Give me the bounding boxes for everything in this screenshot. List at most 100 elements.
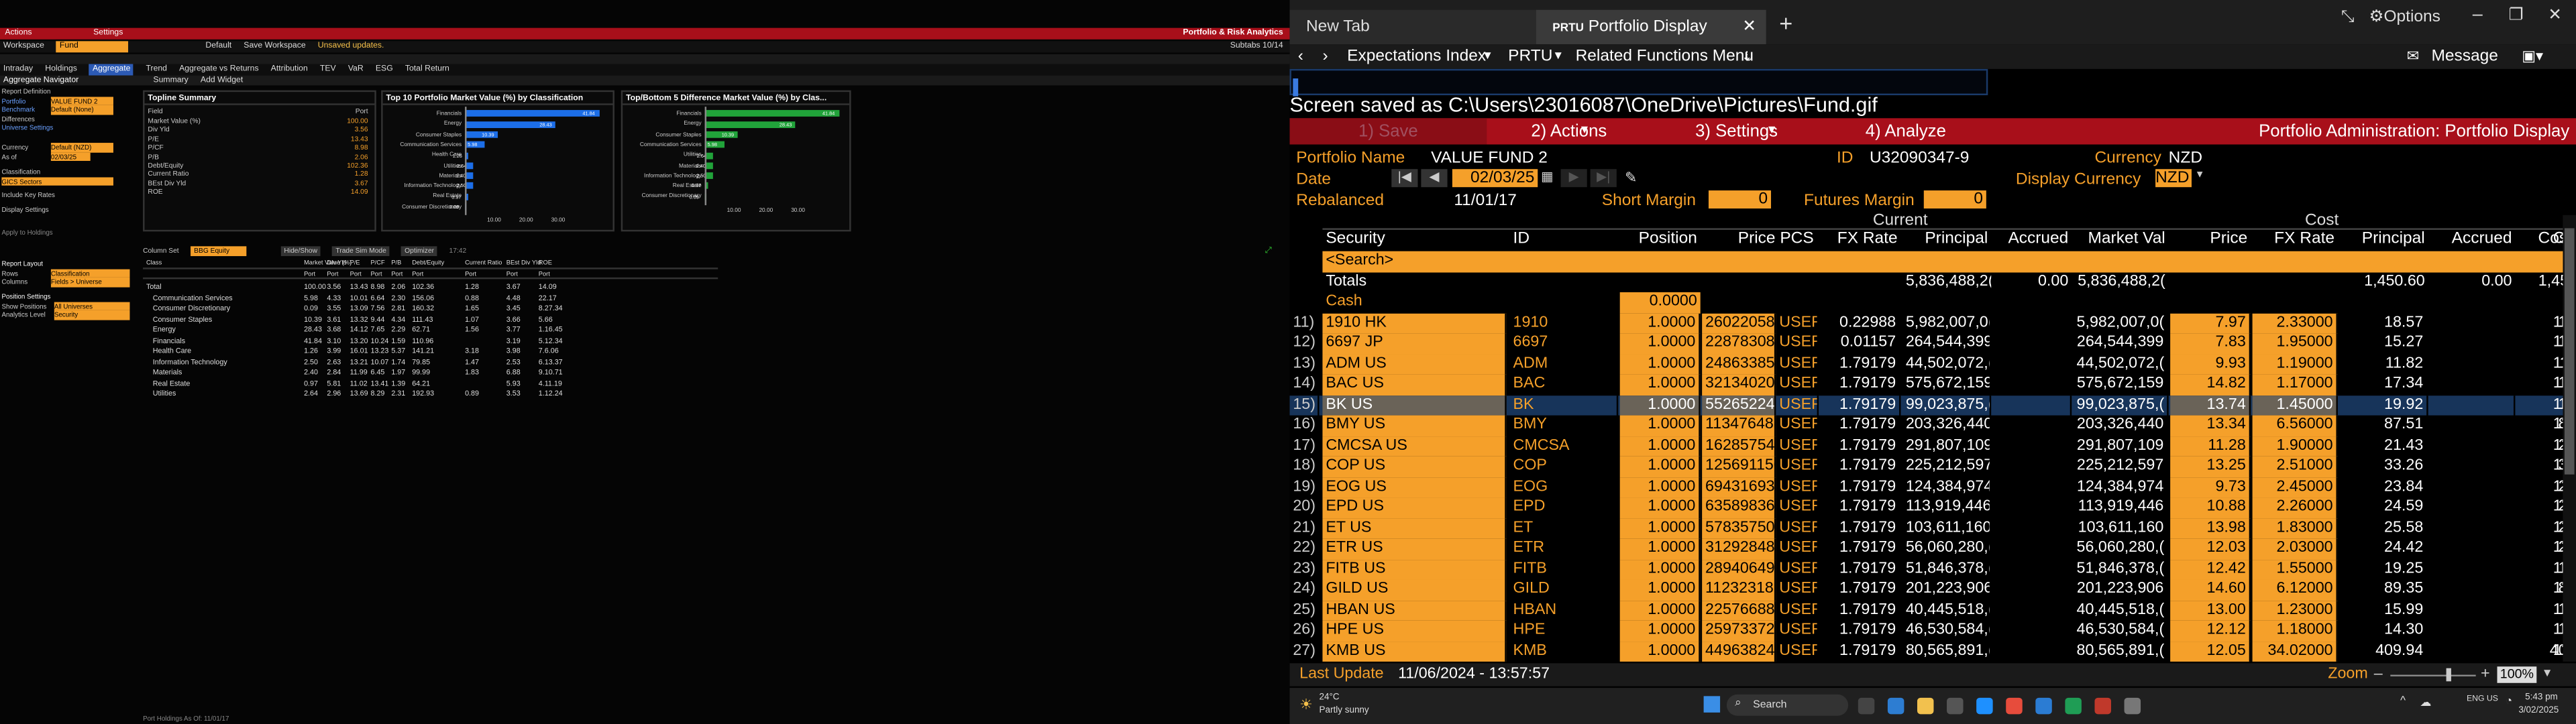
cell-pricePcs[interactable]: 552652246 xyxy=(1702,394,1776,416)
cell-security[interactable]: BAC US xyxy=(1322,374,1507,395)
clock-date[interactable]: 3/02/2025 xyxy=(2518,706,2559,716)
column-header-price[interactable]: Price xyxy=(2170,230,2251,248)
cell-cfx[interactable]: 2.03000 xyxy=(2252,538,2338,559)
cell-price[interactable]: 9.73 xyxy=(2170,477,2251,498)
cell-pricePcs[interactable]: 125691150 xyxy=(1702,456,1776,477)
cell-cfx[interactable]: 34.02000 xyxy=(2252,641,2338,662)
last-date-icon[interactable]: ▶| xyxy=(1590,169,1617,188)
chevron-down-icon[interactable]: ▼ xyxy=(2542,663,2553,686)
column-header-pos[interactable]: Position xyxy=(1620,230,1701,248)
cell-security[interactable]: KMB US xyxy=(1322,641,1507,662)
outlook-icon[interactable] xyxy=(2035,697,2052,715)
summary-button[interactable]: Summary xyxy=(153,76,188,86)
tab-intraday[interactable]: Intraday xyxy=(3,64,33,76)
back-icon[interactable]: ‹ xyxy=(1298,44,1303,69)
cell-pos[interactable]: 1.0000 xyxy=(1619,497,1701,518)
cell-security[interactable]: ETR US xyxy=(1322,538,1507,559)
workspace-field[interactable]: Fund xyxy=(56,41,128,53)
zoom-slider[interactable] xyxy=(2390,674,2476,676)
cell-pos[interactable]: 1.0000 xyxy=(1619,518,1701,539)
cell-security[interactable]: GILD US xyxy=(1322,579,1507,601)
menu-prtu[interactable]: PRTU xyxy=(1508,44,1552,69)
zoom-out-icon[interactable]: – xyxy=(2374,663,2383,686)
column-header-cprinc[interactable]: Principal xyxy=(2339,230,2428,248)
column-header-pricePcs[interactable]: Price PCS xyxy=(1702,230,1817,248)
columns-field[interactable]: Fields > Universe xyxy=(50,278,130,288)
edit-pencil-icon[interactable]: ✎ xyxy=(1625,169,1637,187)
wifi-icon[interactable]: ◔ xyxy=(2506,696,2512,707)
chart-bar[interactable] xyxy=(465,110,599,117)
cell-pricePcs[interactable]: 321340205 xyxy=(1702,374,1776,395)
tray-chevron-icon[interactable]: ^ xyxy=(2400,696,2406,707)
cell-cfx[interactable]: 2.33000 xyxy=(2252,312,2338,334)
cell-price[interactable]: 12.03 xyxy=(2170,538,2251,559)
cell-pricePcs[interactable]: 449638242 xyxy=(1702,641,1776,662)
cell-price[interactable]: 7.97 xyxy=(2170,312,2251,334)
gear-icon[interactable]: ⚙ xyxy=(2369,8,2383,26)
date-field[interactable]: 02/03/25 xyxy=(1452,169,1538,188)
taskbar-search[interactable]: Search xyxy=(1726,694,1849,716)
menu-related-functions[interactable]: Related Functions Menu xyxy=(1576,44,1754,69)
tab-close-icon[interactable]: ✕ xyxy=(1742,10,1756,44)
grid-row[interactable]: Consumer Discretionary 0.09 3.55 13.09 7.56 2… xyxy=(143,304,718,314)
cell-cfx[interactable]: 1.45000 xyxy=(2252,394,2338,416)
fullscreen-icon[interactable]: ⤡ xyxy=(2341,8,2355,26)
analyze-button[interactable]: 4) Analyze xyxy=(1832,118,1980,144)
options-button[interactable]: Options xyxy=(2383,8,2440,26)
cell-pos[interactable]: 1.0000 xyxy=(1619,312,1701,334)
cell-pos[interactable]: 1.0000 xyxy=(1619,477,1701,498)
tab-agg-returns[interactable]: Aggregate vs Returns xyxy=(179,64,258,76)
cell-price[interactable]: 10.88 xyxy=(2170,497,2251,518)
zoom-field[interactable]: 100% xyxy=(2497,666,2537,683)
cell-security[interactable]: BK US xyxy=(1322,394,1507,416)
benchmark-field[interactable]: Default (None) xyxy=(50,105,113,115)
hide-show-button[interactable]: Hide/Show xyxy=(280,246,321,257)
settings-button[interactable]: 3) Settings xyxy=(1654,118,1819,144)
holding-row[interactable]: 12) 6697 JP 6697 1.0000 228783085 USER 0.01157… xyxy=(1289,333,2576,354)
cell-price[interactable]: 11.28 xyxy=(2170,436,2251,457)
cell-pricePcs[interactable]: 162857547 xyxy=(1702,436,1776,457)
first-date-icon[interactable]: |◀ xyxy=(1391,169,1418,188)
cell-pos[interactable]: 1.0000 xyxy=(1619,600,1701,621)
cell-cfx[interactable]: 1.55000 xyxy=(2252,558,2338,580)
cell-cfx[interactable]: 1.17000 xyxy=(2252,374,2338,395)
calendar-icon[interactable]: ▦ xyxy=(1541,169,1554,184)
rows-field[interactable]: Classification xyxy=(50,268,130,278)
holding-row[interactable]: 26) HPE US HPE 1.0000 259733727 USER 1.79179 46… xyxy=(1289,620,2576,642)
grid-header-cell[interactable]: Class xyxy=(146,257,162,268)
grid-header-cell[interactable]: P/E xyxy=(350,257,360,268)
cell-security[interactable]: 1910 HK xyxy=(1322,312,1507,334)
holding-row[interactable]: 22) ETR US ETR 1.0000 312928489 USER 1.79179 56… xyxy=(1289,538,2576,559)
zoom-in-icon[interactable]: + xyxy=(2481,663,2490,686)
save-workspace-button[interactable]: Save Workspace xyxy=(244,41,305,52)
cell-security[interactable]: EOG US xyxy=(1322,477,1507,498)
search-field[interactable]: <Search> xyxy=(1322,251,2571,272)
cell-cfx[interactable]: 2.45000 xyxy=(2252,477,2338,498)
cash-row[interactable]: Cash 0.0000 xyxy=(1289,292,2571,313)
cell-pricePcs[interactable]: 578357508 xyxy=(1702,518,1776,539)
apply-to-holdings[interactable]: Apply to Holdings xyxy=(1,227,140,237)
cell-price[interactable]: 12.12 xyxy=(2170,620,2251,642)
column-set-field[interactable]: BBG Equity xyxy=(191,246,246,257)
display-settings[interactable]: Display Settings xyxy=(1,205,140,215)
holding-row[interactable]: 15) BK US BK 1.0000 552652246 USER 1.79179 99,0… xyxy=(1289,394,2576,416)
currency-field[interactable]: Default (NZD) xyxy=(50,142,113,152)
cell-pos[interactable]: 1.0000 xyxy=(1619,353,1701,375)
expand-icon[interactable]: ⤢ xyxy=(1265,246,1285,256)
new-tab-icon[interactable]: + xyxy=(1779,10,1792,36)
tab-var[interactable]: VaR xyxy=(348,64,364,76)
cell-price[interactable]: 12.05 xyxy=(2170,641,2251,662)
clock-time[interactable]: 5:43 pm xyxy=(2525,692,2558,703)
restore-icon[interactable]: ❐ xyxy=(2509,7,2524,25)
cell-price[interactable]: 7.83 xyxy=(2170,333,2251,354)
universe-settings[interactable]: Universe Settings xyxy=(1,124,140,133)
holding-row[interactable]: 18) COP US COP 1.0000 125691150 USER 1.79179 22… xyxy=(1289,456,2576,477)
grid-header-cell[interactable]: ROE xyxy=(539,257,552,268)
chart-bar[interactable] xyxy=(704,110,839,117)
message-button[interactable]: Message xyxy=(2432,44,2498,69)
show-positions-field[interactable]: All Universes xyxy=(54,301,130,311)
bloomberg-icon[interactable] xyxy=(2094,697,2111,715)
column-header-security[interactable]: Security xyxy=(1322,230,1506,248)
cell-pricePcs[interactable]: 228783085 xyxy=(1702,333,1776,354)
grid-row[interactable]: Utilities 2.64 2.96 13.69 8.29 2.31 192.93 0.89… xyxy=(143,389,718,400)
